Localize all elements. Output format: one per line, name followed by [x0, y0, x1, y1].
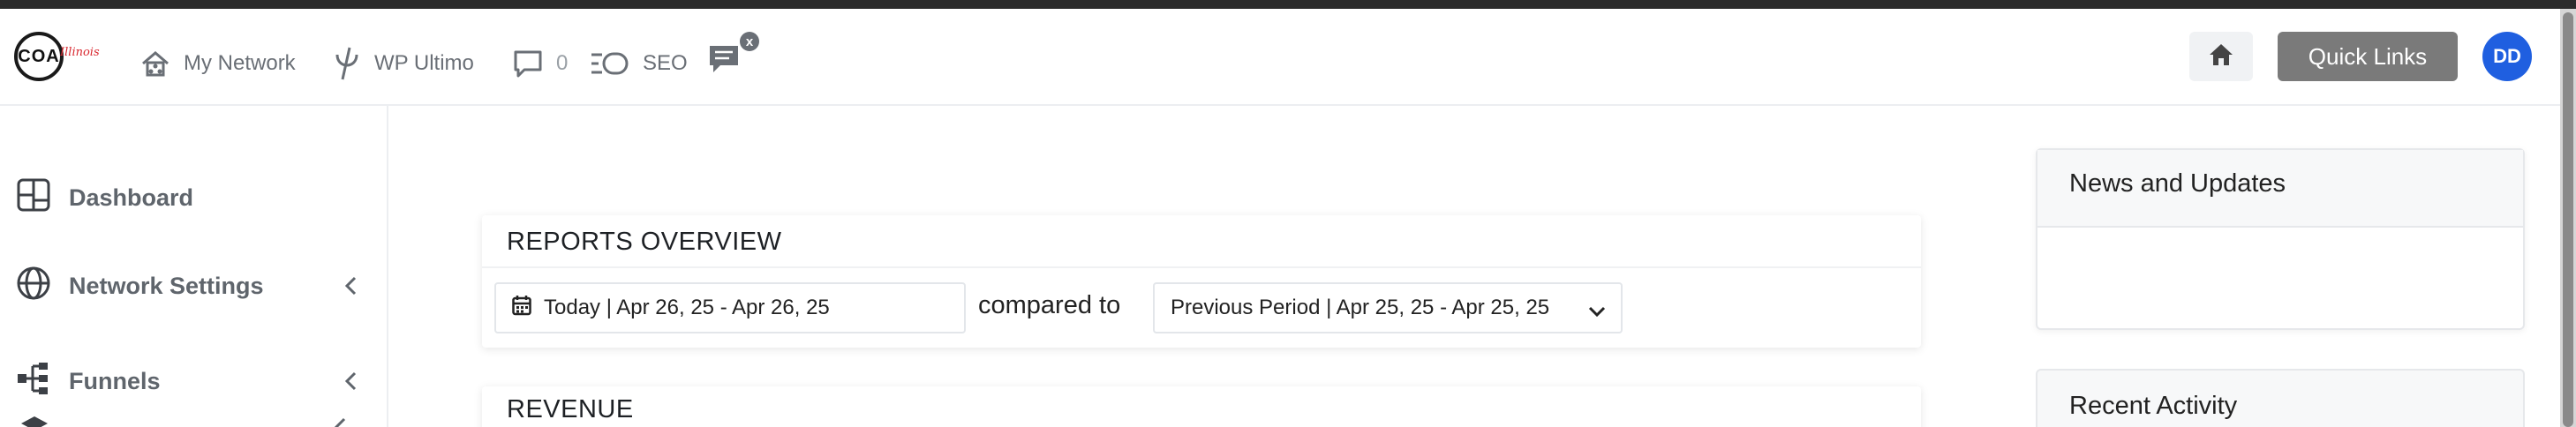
quick-links-button[interactable]: Quick Links [2278, 32, 2458, 81]
nav-my-network[interactable]: My Network [139, 46, 296, 81]
compare-range-value: Previous Period | Apr 25, 25 - Apr 25, 2… [1171, 296, 1550, 319]
nav-label: SEO [643, 51, 688, 75]
site-logo[interactable]: COA Illinois [14, 32, 109, 81]
user-avatar[interactable]: DD [2482, 32, 2532, 81]
revenue-card: REVENUE [482, 386, 1921, 427]
news-updates-title: News and Updates [2069, 169, 2286, 198]
date-range-picker[interactable]: Today | Apr 26, 25 - Apr 26, 25 [494, 282, 966, 333]
dashboard-icon [16, 177, 51, 219]
compare-period-select[interactable]: Previous Period | Apr 25, 25 - Apr 25, 2… [1153, 282, 1623, 333]
comment-icon [512, 48, 544, 79]
sidebar-item-label: Funnels [69, 367, 161, 394]
date-range-value: Today | Apr 26, 25 - Apr 26, 25 [544, 296, 830, 319]
comment-count: 0 [556, 51, 569, 75]
chevron-left-icon[interactable] [332, 416, 350, 427]
nav-wp-ultimo[interactable]: WP Ultimo [332, 46, 474, 81]
sidebar-item-dashboard[interactable]: Dashboard [16, 176, 360, 219]
funnels-icon [16, 361, 51, 402]
notification-badge[interactable]: x [740, 32, 759, 51]
nav-notifications[interactable]: x [708, 32, 759, 78]
logo-mark: COA [14, 32, 64, 81]
notification-chat-icon: x [708, 32, 759, 78]
compared-to-label: compared to [978, 291, 1121, 319]
page-scrollbar-thumb[interactable] [2563, 12, 2573, 427]
seo-icon [590, 48, 630, 79]
nav-comments[interactable]: 0 [512, 46, 568, 81]
sidebar-item-funnels[interactable]: Funnels [16, 360, 360, 402]
home-icon [2208, 42, 2234, 71]
chevron-left-icon[interactable] [343, 371, 360, 398]
browser-top-strip [0, 0, 2576, 9]
chevron-left-icon[interactable] [343, 275, 360, 303]
news-updates-panel: News and Updates [2036, 148, 2525, 330]
home-button[interactable] [2189, 32, 2253, 81]
chevron-down-icon [1587, 300, 1607, 325]
card-divider [482, 266, 1921, 268]
wp-ultimo-icon [332, 46, 362, 81]
sidebar-item-network-settings[interactable]: Network Settings [16, 265, 360, 307]
revenue-title: REVENUE [507, 395, 634, 423]
calendar-icon [512, 295, 531, 322]
recent-activity-panel: Recent Activity [2036, 369, 2525, 427]
nav-seo[interactable]: SEO [590, 46, 688, 81]
globe-icon [16, 266, 51, 307]
logo-script-text: Illinois [60, 46, 100, 59]
nav-label: My Network [184, 51, 296, 75]
recent-activity-title: Recent Activity [2069, 392, 2238, 420]
reports-overview-card: REPORTS OVERVIEW Today | Apr 26, 25 - Ap… [482, 215, 1921, 348]
news-updates-header: News and Updates [2037, 150, 2523, 228]
top-header: COA Illinois My Network WP Ultimo 0 SEO … [0, 9, 2560, 106]
sidebar-next-item-icon [19, 415, 49, 427]
sidebar-item-label: Dashboard [69, 184, 194, 211]
network-house-icon [139, 48, 171, 79]
sidebar-item-label: Network Settings [69, 272, 264, 299]
sidebar: Dashboard Network Settings Funnels [0, 106, 388, 427]
nav-label: WP Ultimo [374, 51, 474, 75]
reports-overview-title: REPORTS OVERVIEW [507, 228, 782, 256]
